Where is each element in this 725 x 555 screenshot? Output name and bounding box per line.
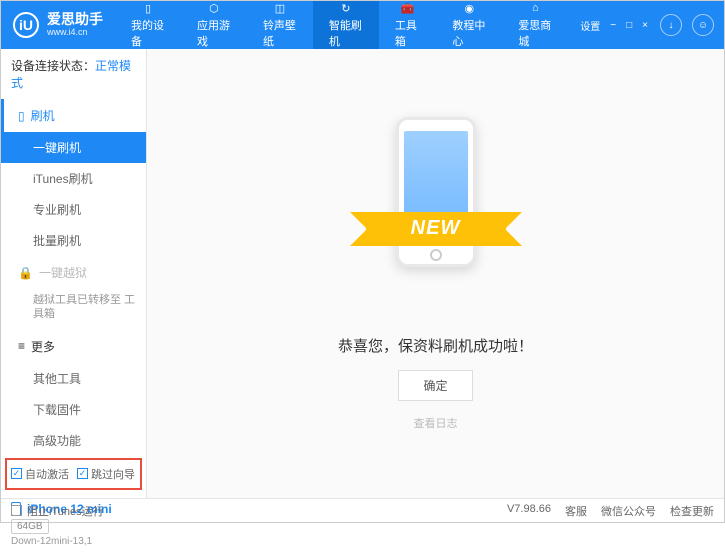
skip-guide-checkbox[interactable]: ✓跳过向导 [77,466,135,482]
nav-my-device[interactable]: ▯ 我的设备 [115,1,181,49]
view-log-link[interactable]: 查看日志 [414,415,458,431]
logo-icon: iU [13,12,39,38]
nav-label: 铃声壁纸 [263,17,297,49]
nav-label: 应用游戏 [197,17,231,49]
sidebar-item-other[interactable]: 其他工具 [1,363,146,394]
device-firmware: Down-12mini-13,1 [11,536,136,547]
nav-label: 教程中心 [452,17,486,49]
user-icon[interactable]: ☺ [692,14,714,36]
ringtone-icon: ◫ [271,1,289,15]
wechat-link[interactable]: 微信公众号 [601,503,656,519]
main-content: NEW 恭喜您，保资料刷机成功啦！ 确定 查看日志 [147,49,724,498]
sidebar-head-jailbreak: 🔒 一键越狱 [1,256,146,289]
status-label: 设备连接状态： [11,59,95,73]
checkbox-icon: ✓ [77,468,88,479]
settings-button[interactable]: 设置 [578,16,602,35]
version-label: V7.98.66 [507,503,551,519]
checkbox-label: 自动激活 [25,466,69,482]
new-ribbon: NEW [366,212,506,246]
nav-label: 工具箱 [395,17,420,49]
toolbox-icon: 🧰 [399,1,417,15]
block-itunes-label: 阻止iTunes运行 [27,503,104,519]
sidebar-item-pro[interactable]: 专业刷机 [1,194,146,225]
service-link[interactable]: 客服 [565,503,587,519]
connection-status: 设备连接状态：正常模式 [1,49,146,99]
minimize-button[interactable]: − [608,18,618,33]
sidebar-item-itunes[interactable]: iTunes刷机 [1,163,146,194]
apps-icon: ⬡ [205,1,223,15]
app-title: 爱思助手 [47,12,103,27]
sidebar-head-label: 一键越狱 [39,264,87,281]
download-icon[interactable]: ↓ [660,14,682,36]
nav-label: 爱思商城 [518,17,552,49]
nav-tutorial[interactable]: ◉ 教程中心 [436,1,502,49]
sidebar-head-more[interactable]: ≡ 更多 [1,330,146,363]
nav-label: 我的设备 [131,17,165,49]
sidebar: 设备连接状态：正常模式 ▯ 刷机 一键刷机 iTunes刷机 专业刷机 批量刷机… [1,49,147,498]
nav-tabs: ▯ 我的设备 ⬡ 应用游戏 ◫ 铃声壁纸 ↻ 智能刷机 🧰 工具箱 ◉ 教程中心 ⌂ 爱思商城 [115,1,568,49]
logo-area: iU 爱思助手 www.i4.cn [1,12,115,38]
store-icon: ⌂ [526,1,544,15]
sidebar-head-flash[interactable]: ▯ 刷机 [1,99,146,132]
sidebar-item-batch[interactable]: 批量刷机 [1,225,146,256]
nav-flash[interactable]: ↻ 智能刷机 [313,1,379,49]
block-itunes-checkbox[interactable] [11,505,22,516]
maximize-button[interactable]: □ [624,18,634,33]
checkbox-label: 跳过向导 [91,466,135,482]
nav-toolbox[interactable]: 🧰 工具箱 [379,1,436,49]
phone-icon: ▯ [18,109,25,123]
sidebar-head-label: 刷机 [31,107,55,124]
sidebar-checkboxes: ✓自动激活 ✓跳过向导 [7,460,140,488]
sidebar-item-download[interactable]: 下载固件 [1,394,146,425]
sidebar-item-advanced[interactable]: 高级功能 [1,425,146,456]
nav-ringtone[interactable]: ◫ 铃声壁纸 [247,1,313,49]
tutorial-icon: ◉ [460,1,478,15]
ok-button[interactable]: 确定 [398,370,472,401]
app-url: www.i4.cn [47,28,103,38]
auto-activate-checkbox[interactable]: ✓自动激活 [11,466,69,482]
window-controls: 设置 − □ × ↓ ☺ [568,14,724,36]
update-link[interactable]: 检查更新 [670,503,714,519]
titlebar: iU 爱思助手 www.i4.cn ▯ 我的设备 ⬡ 应用游戏 ◫ 铃声壁纸 ↻ 智能刷… [1,1,724,49]
phone-illustration: NEW [366,117,506,317]
checkbox-icon: ✓ [11,468,22,479]
sidebar-item-oneclick[interactable]: 一键刷机 [1,132,146,163]
sidebar-head-label: 更多 [31,338,55,355]
menu-icon: ≡ [18,339,25,353]
nav-label: 智能刷机 [329,17,363,49]
phone-icon: ▯ [139,1,157,15]
nav-store[interactable]: ⌂ 爱思商城 [502,1,568,49]
jailbreak-note: 越狱工具已转移至 工具箱 [1,289,146,330]
flash-icon: ↻ [337,1,355,15]
success-message: 恭喜您，保资料刷机成功啦！ [338,335,533,356]
lock-icon: 🔒 [18,266,33,280]
close-button[interactable]: × [640,18,650,33]
nav-apps[interactable]: ⬡ 应用游戏 [181,1,247,49]
storage-badge: 64GB [11,519,49,534]
